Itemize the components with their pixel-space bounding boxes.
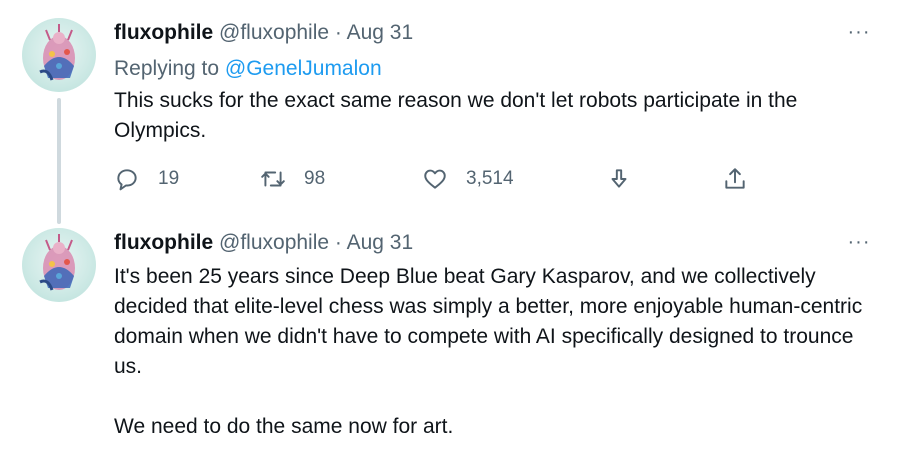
retweet-button[interactable]: 98 [260,163,325,195]
retweet-count: 98 [304,168,326,189]
display-name[interactable]: fluxophile [114,21,213,44]
avatar-image [39,234,75,291]
ellipsis-icon: ··· [847,21,871,43]
tweet[interactable]: fluxophile @fluxophile · Aug 31 ··· Repl… [0,0,897,224]
separator-dot: · [334,21,342,44]
like-count: 3,514 [466,168,514,189]
user-handle[interactable]: @fluxophile [219,231,329,254]
tweet-paragraph: It's been 25 years since Deep Blue beat … [114,265,863,378]
tweet-paragraph: This sucks for the exact same reason we … [114,89,798,142]
tweet-text: This sucks for the exact same reason we … [114,86,874,146]
replying-to: Replying to @GenelJumalon [114,54,382,84]
tweet-header: fluxophile @fluxophile · Aug 31 [114,18,413,48]
download-arrow-icon [611,169,627,188]
tweet-text: It's been 25 years since Deep Blue beat … [114,262,874,442]
ellipsis-icon: ··· [847,231,871,253]
tweet-paragraph: We need to do the same now for art. [114,415,454,438]
avatar[interactable] [22,228,96,302]
replying-to-mention-link[interactable]: @GenelJumalon [225,57,382,80]
reply-count: 19 [158,168,180,189]
like-button[interactable]: 3,514 [422,163,514,195]
avatar-image [39,24,75,81]
share-upload-icon [725,168,745,189]
tweet[interactable]: fluxophile @fluxophile · Aug 31 ··· It's… [0,218,897,457]
tweet-actions: 19 98 3,514 [114,163,754,195]
display-name[interactable]: fluxophile [114,231,213,254]
retweet-arrows-icon [261,171,285,187]
tweet-date[interactable]: Aug 31 [347,21,414,44]
tweet-header: fluxophile @fluxophile · Aug 31 [114,228,413,258]
more-options-button[interactable]: ··· [847,20,871,44]
reply-button[interactable]: 19 [114,163,179,195]
user-handle[interactable]: @fluxophile [219,21,329,44]
heart-icon [424,169,446,189]
avatar[interactable] [22,18,96,92]
replying-to-label: Replying to [114,57,220,80]
speech-bubble-icon [117,169,137,191]
separator-dot: · [334,231,342,254]
download-button[interactable] [606,163,632,195]
share-button[interactable] [722,163,748,195]
tweet-date[interactable]: Aug 31 [347,231,414,254]
more-options-button[interactable]: ··· [847,230,871,254]
thread-connector-line [57,98,61,224]
